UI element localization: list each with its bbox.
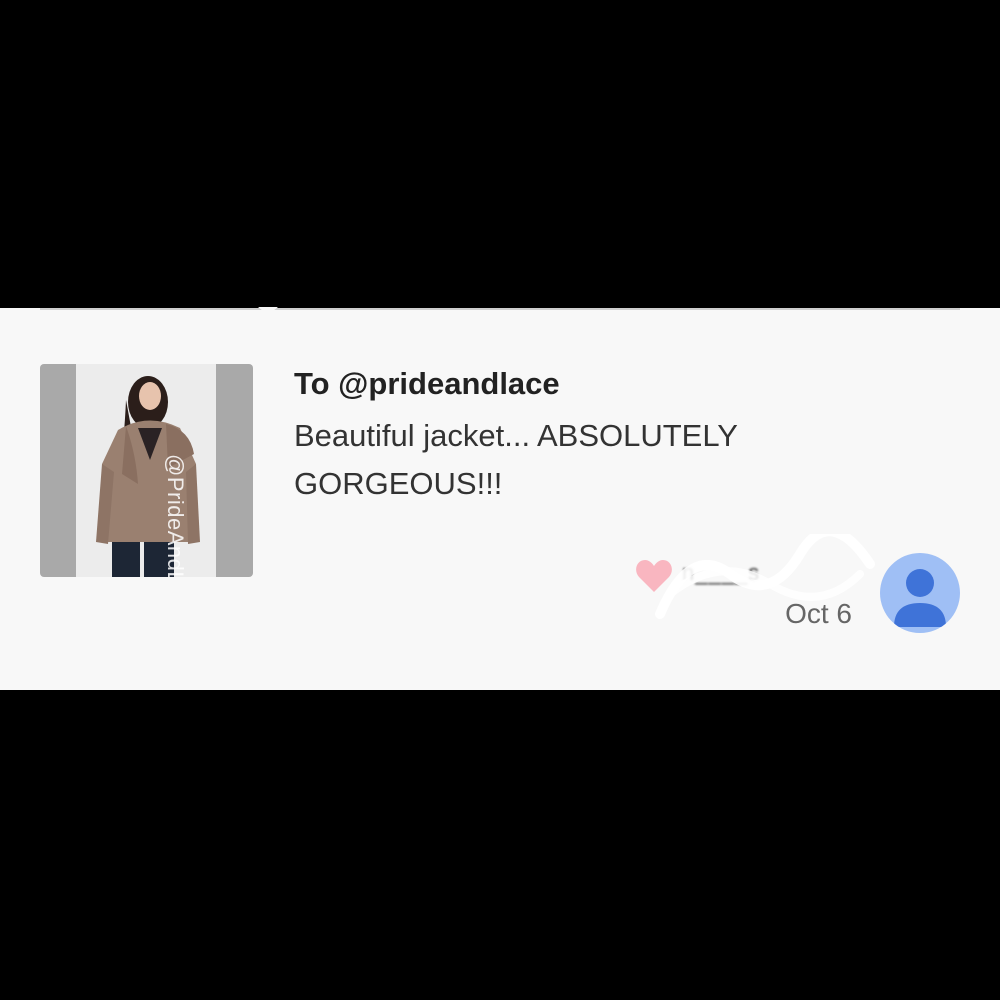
notification-card[interactable]: @PrideAndLace To @prideandlace Beautiful… — [0, 307, 1000, 690]
user-avatar[interactable] — [880, 553, 960, 633]
notification-text: To @prideandlace Beautiful jacket... ABS… — [294, 364, 854, 508]
thumbnail-watermark: @PrideAndLace — [163, 454, 188, 577]
product-thumbnail[interactable]: @PrideAndLace — [40, 364, 253, 577]
pointer-notch — [258, 307, 278, 315]
timestamp: Oct 6 — [785, 598, 852, 629]
model-figure — [96, 376, 200, 577]
notification-title[interactable]: To @prideandlace — [294, 364, 854, 404]
avatar-person-icon — [894, 569, 946, 627]
notification-message: Beautiful jacket... ABSOLUTELY GORGEOUS!… — [294, 418, 738, 501]
top-divider — [40, 308, 960, 310]
